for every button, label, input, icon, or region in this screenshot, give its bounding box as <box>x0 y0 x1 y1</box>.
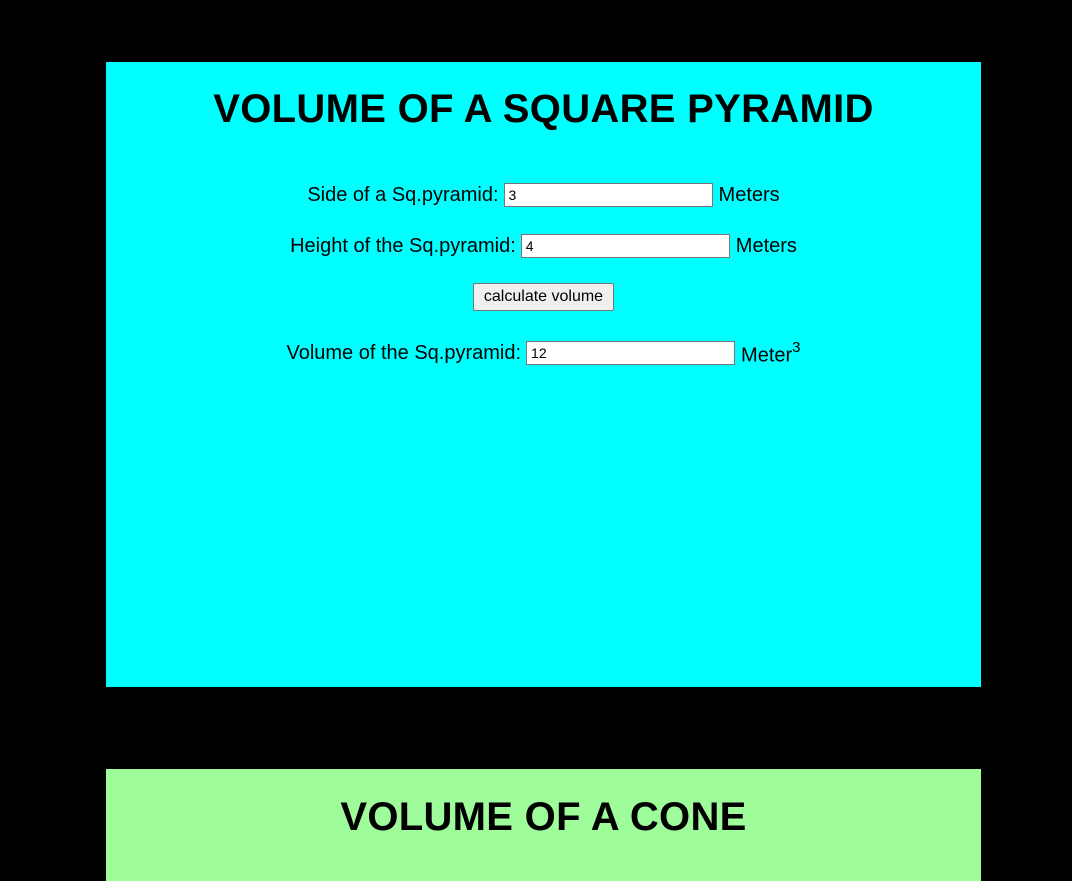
height-unit: Meters <box>735 235 797 257</box>
calculate-volume-button[interactable]: calculate volume <box>472 283 615 311</box>
side-row: Side of a Sq.pyramid: Meters <box>106 181 981 209</box>
square-pyramid-panel: VOLUME OF A SQUARE PYRAMID Side of a Sq.… <box>106 62 981 687</box>
volume-unit-text: Meter <box>741 344 793 367</box>
cone-panel: VOLUME OF A CONE <box>106 769 981 881</box>
pyramid-title: VOLUME OF A SQUARE PYRAMID <box>213 87 874 131</box>
side-unit: Meters <box>718 184 780 206</box>
volume-unit: Meter3 <box>741 336 800 370</box>
volume-output[interactable] <box>526 340 736 365</box>
button-row: calculate volume <box>106 283 981 311</box>
height-label: Height of the Sq.pyramid: <box>290 235 516 257</box>
side-input[interactable] <box>503 183 713 207</box>
cone-title: VOLUME OF A CONE <box>340 795 747 839</box>
height-input[interactable] <box>520 234 730 258</box>
side-label: Side of a Sq.pyramid: <box>307 184 499 206</box>
height-row: Height of the Sq.pyramid: Meters <box>106 232 981 260</box>
volume-row: Volume of the Sq.pyramid: Meter3 <box>106 336 981 370</box>
volume-unit-exponent: 3 <box>792 339 801 356</box>
volume-label: Volume of the Sq.pyramid: <box>286 341 522 364</box>
